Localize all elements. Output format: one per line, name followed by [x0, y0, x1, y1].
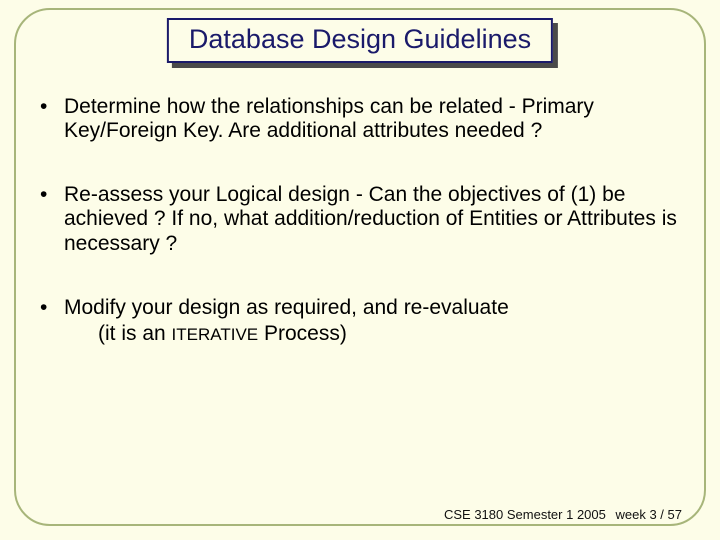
- bullet-item: • Determine how the relationships can be…: [40, 95, 680, 143]
- title-inner: Database Design Guidelines: [167, 18, 553, 63]
- bullet-item: • Re-assess your Logical design - Can th…: [40, 183, 680, 255]
- bullet-marker: •: [40, 95, 64, 143]
- bullet-marker: •: [40, 183, 64, 255]
- bullet3-line2: (it is an ITERATIVE Process): [98, 322, 680, 346]
- content-area: • Determine how the relationships can be…: [40, 95, 680, 346]
- bullet3-line1: Modify your design as required, and re-e…: [64, 296, 509, 319]
- bullet-item: • Modify your design as required, and re…: [40, 296, 680, 346]
- bullet3-post: Process): [258, 322, 347, 345]
- bullet3-caps: ITERATIVE: [172, 325, 259, 344]
- footer-page: 57: [668, 507, 682, 522]
- footer: CSE 3180 Semester 1 2005 week 3 / 57: [444, 507, 682, 522]
- bullet-text: Re-assess your Logical design - Can the …: [64, 183, 680, 255]
- title-box: Database Design Guidelines: [167, 18, 553, 63]
- slide-title: Database Design Guidelines: [189, 24, 531, 54]
- slide: Database Design Guidelines • Determine h…: [0, 0, 720, 540]
- bullet-marker: •: [40, 296, 64, 346]
- bullet-text: Modify your design as required, and re-e…: [64, 296, 680, 346]
- footer-week: week 3 /: [616, 507, 668, 522]
- bullet3-pre: (it is an: [98, 322, 172, 345]
- bullet-text: Determine how the relationships can be r…: [64, 95, 680, 143]
- footer-course: CSE 3180 Semester 1 2005: [444, 507, 606, 522]
